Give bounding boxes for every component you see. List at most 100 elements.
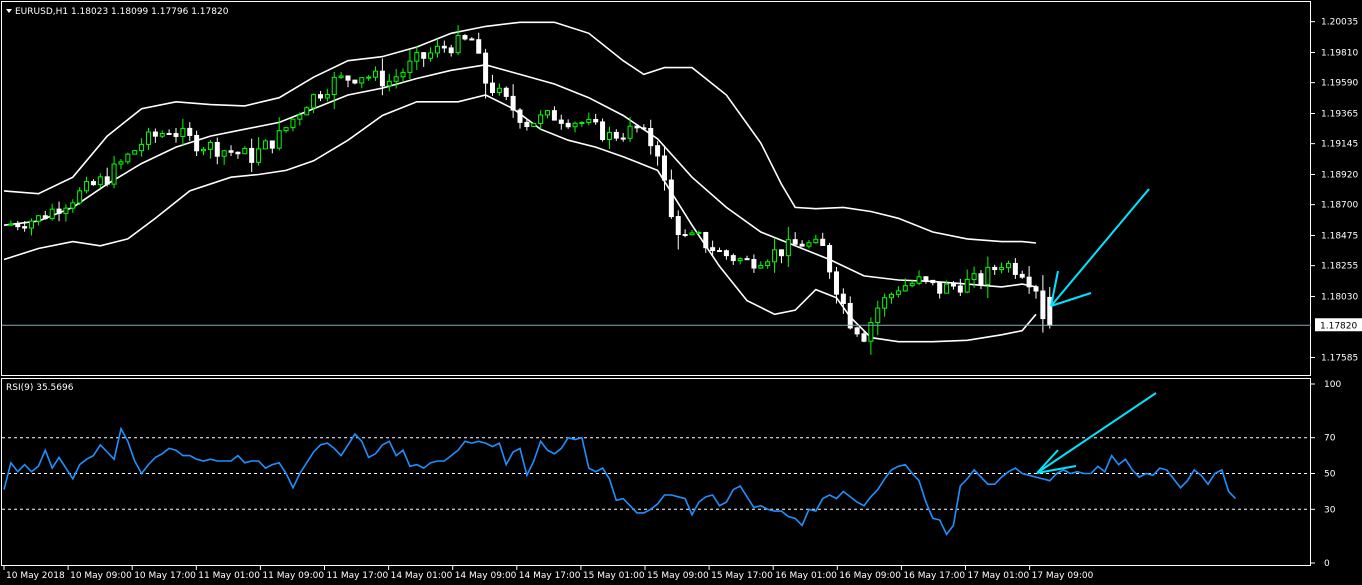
- candle-body: [510, 95, 516, 111]
- candle-body: [166, 132, 172, 135]
- time-tick-label: 15 May 01:00: [583, 571, 645, 581]
- candle-body: [125, 153, 131, 163]
- candle-body: [964, 278, 970, 293]
- candle-body: [489, 82, 495, 94]
- candle-body: [345, 75, 351, 81]
- rsi-pane-frame: [1, 378, 1311, 566]
- candle-body: [428, 52, 434, 59]
- candle-body: [985, 266, 991, 285]
- candle-body: [895, 290, 901, 295]
- candle-body: [221, 150, 227, 157]
- time-tick-label: 17 May 01:00: [968, 571, 1030, 581]
- rsi-levels: [2, 437, 1311, 510]
- candle-body: [324, 93, 330, 99]
- candle-body: [737, 258, 743, 262]
- candle-body: [352, 79, 358, 84]
- price-tick-label: 1.18475: [1321, 231, 1358, 241]
- candle-body: [785, 239, 791, 257]
- candle-body: [930, 279, 936, 284]
- price-tick-label: 1.19810: [1321, 48, 1358, 58]
- band-lower: [3, 94, 1037, 343]
- candle-body: [606, 131, 612, 140]
- rsi-tick-label: 100: [1324, 380, 1341, 390]
- candle-body: [661, 155, 667, 181]
- candle-body: [565, 122, 571, 128]
- candle-body: [772, 249, 778, 263]
- price-tick-label: 1.20035: [1321, 18, 1358, 28]
- time-tick-label: 11 May 09:00: [262, 571, 324, 581]
- candle-body: [978, 273, 984, 285]
- candle-body: [909, 282, 915, 287]
- candle-body: [854, 327, 860, 335]
- candle-body: [765, 261, 771, 267]
- candle-body: [118, 161, 124, 165]
- candle-body: [648, 128, 654, 147]
- candle-body: [613, 131, 619, 139]
- candle-body: [379, 70, 385, 87]
- rsi-tick-label: 0: [1324, 559, 1330, 569]
- time-axis: 10 May 2018 10 May 09:00 10 May 17:00 11 Ma…: [3, 566, 1094, 581]
- candle-body: [29, 220, 35, 229]
- candle-body: [517, 109, 523, 123]
- candle-body: [889, 293, 895, 299]
- arrow-shaft: [1036, 392, 1157, 474]
- candle-body: [331, 76, 337, 95]
- time-tick-label: 15 May 09:00: [647, 571, 709, 581]
- candle-body: [15, 223, 21, 228]
- candle-body: [620, 137, 626, 140]
- candle-body: [723, 250, 729, 257]
- candle-body: [297, 114, 303, 120]
- price-pane: EURUSD,H1 1.18023 1.18099 1.17796 1.1782…: [1, 1, 1362, 376]
- chart-menu-triangle-icon[interactable]: [6, 9, 12, 13]
- candle-body: [524, 121, 530, 127]
- candle-body: [827, 245, 833, 273]
- candle-body: [572, 122, 578, 128]
- candle-body: [950, 283, 956, 287]
- candle-body: [455, 35, 461, 54]
- candle-body: [214, 141, 220, 157]
- candle-body: [90, 181, 96, 186]
- candle-body: [132, 150, 138, 155]
- price-tick-label: 1.18030: [1321, 292, 1358, 302]
- candle-body: [999, 267, 1005, 271]
- candle-body: [586, 118, 592, 124]
- candle-body: [668, 179, 674, 218]
- rsi-header: RSI(9) 35.5696: [6, 383, 74, 393]
- band-middle: [3, 63, 1037, 288]
- candle-body: [8, 223, 14, 226]
- candle-body: [483, 52, 489, 84]
- candle-body: [1019, 273, 1025, 278]
- time-tick-label: 10 May 09:00: [70, 571, 132, 581]
- candle-body: [675, 216, 681, 236]
- candle-body: [840, 293, 846, 304]
- candle-body: [641, 127, 647, 130]
- candle-body: [22, 226, 28, 229]
- candle-body: [373, 70, 379, 78]
- candle-body: [916, 276, 922, 284]
- candle-body: [730, 255, 736, 262]
- candle-body: [861, 333, 867, 342]
- candlesticks: [8, 25, 1053, 355]
- candle-body: [503, 87, 509, 97]
- rsi-line: [3, 426, 1237, 536]
- candle-body: [1040, 290, 1046, 320]
- candle-body: [682, 234, 688, 237]
- candle-body: [393, 76, 399, 82]
- candle-body: [579, 122, 585, 125]
- candle-body: [593, 118, 599, 123]
- candle-body: [35, 215, 41, 222]
- candle-body: [235, 151, 241, 155]
- candle-body: [813, 238, 819, 244]
- candle-body: [386, 80, 392, 87]
- candle-body: [201, 148, 207, 152]
- candle-body: [290, 118, 296, 129]
- candle-body: [84, 181, 90, 192]
- candle-body: [833, 271, 839, 295]
- candle-body: [820, 238, 826, 247]
- time-tick-label: 16 May 01:00: [775, 571, 837, 581]
- time-tick-label: 14 May 09:00: [455, 571, 517, 581]
- time-tick-label: 15 May 17:00: [711, 571, 773, 581]
- candle-body: [545, 110, 551, 116]
- price-tick-label: 1.18920: [1321, 170, 1358, 180]
- candle-body: [992, 266, 998, 271]
